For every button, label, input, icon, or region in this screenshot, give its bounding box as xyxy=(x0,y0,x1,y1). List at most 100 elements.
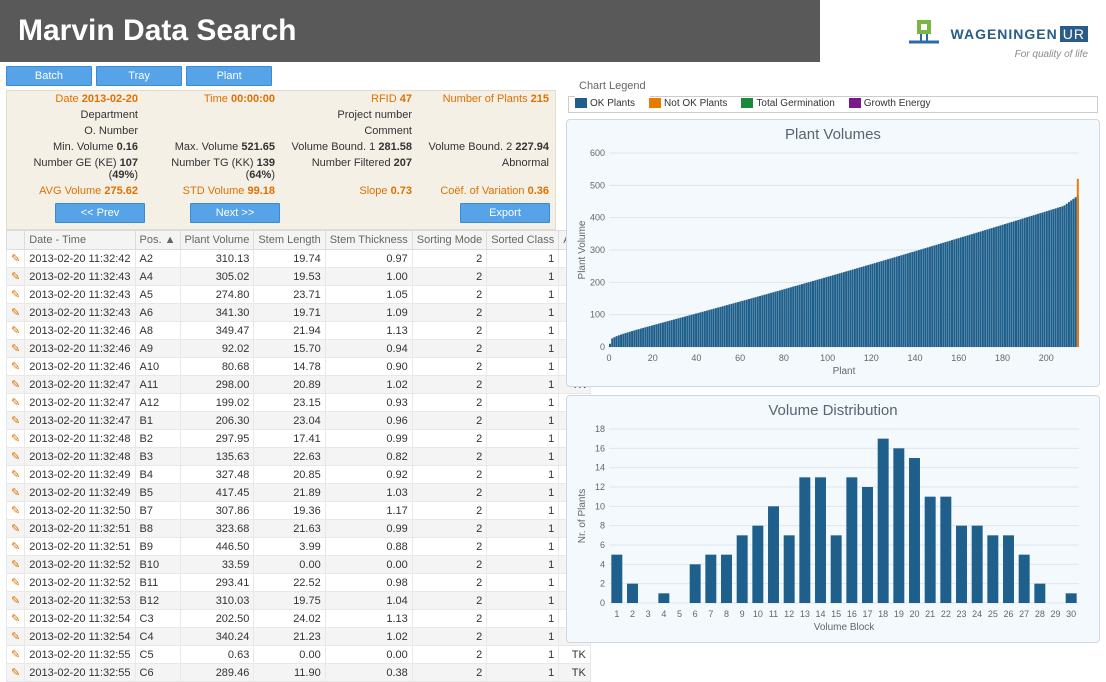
table-row[interactable]: ✎2013-02-20 11:32:48B2297.9517.410.9921T… xyxy=(7,430,591,448)
edit-icon[interactable]: ✎ xyxy=(7,538,25,556)
edit-icon[interactable]: ✎ xyxy=(7,592,25,610)
table-row[interactable]: ✎2013-02-20 11:32:43A6341.3019.711.0921T… xyxy=(7,304,591,322)
col-datetime[interactable]: Date - Time xyxy=(25,231,135,250)
table-row[interactable]: ✎2013-02-20 11:32:42A2310.1319.740.9721T… xyxy=(7,250,591,268)
svg-text:11: 11 xyxy=(769,609,778,619)
svg-text:Plant Volume: Plant Volume xyxy=(577,220,588,279)
col-stemlength[interactable]: Stem Length xyxy=(254,231,325,250)
table-row[interactable]: ✎2013-02-20 11:32:53B12310.0319.751.0421… xyxy=(7,592,591,610)
cell-sc: 1 xyxy=(487,376,559,394)
edit-icon[interactable]: ✎ xyxy=(7,268,25,286)
svg-text:29: 29 xyxy=(1050,609,1060,619)
table-row[interactable]: ✎2013-02-20 11:32:49B4327.4820.850.9221T… xyxy=(7,466,591,484)
edit-icon[interactable]: ✎ xyxy=(7,286,25,304)
cell-pos: B2 xyxy=(135,430,180,448)
table-row[interactable]: ✎2013-02-20 11:32:46A992.0215.700.9421TK xyxy=(7,340,591,358)
time-value: 00:00:00 xyxy=(231,93,275,105)
edit-icon[interactable]: ✎ xyxy=(7,376,25,394)
svg-text:17: 17 xyxy=(862,609,872,619)
svg-text:13: 13 xyxy=(800,609,810,619)
cell-st: 1.02 xyxy=(325,376,412,394)
cell-pos: A6 xyxy=(135,304,180,322)
table-row[interactable]: ✎2013-02-20 11:32:52B1033.590.000.0021TK xyxy=(7,556,591,574)
plant-button[interactable]: Plant xyxy=(186,66,272,86)
cell-pv: 323.68 xyxy=(180,520,254,538)
cell-pv: 33.59 xyxy=(180,556,254,574)
cell-sm: 2 xyxy=(412,646,486,664)
table-row[interactable]: ✎2013-02-20 11:32:51B9446.503.990.8821TK xyxy=(7,538,591,556)
abn-label: Abnormal xyxy=(418,155,555,183)
cell-pv: 135.63 xyxy=(180,448,254,466)
col-pos[interactable]: Pos. ▲ xyxy=(135,231,180,250)
table-row[interactable]: ✎2013-02-20 11:32:43A4305.0219.531.0021T… xyxy=(7,268,591,286)
prev-button[interactable]: << Prev xyxy=(55,203,145,223)
edit-icon[interactable]: ✎ xyxy=(7,322,25,340)
edit-icon[interactable]: ✎ xyxy=(7,466,25,484)
cell-sm: 2 xyxy=(412,484,486,502)
next-button[interactable]: Next >> xyxy=(190,203,280,223)
cell-datetime: 2013-02-20 11:32:52 xyxy=(25,574,135,592)
edit-icon[interactable]: ✎ xyxy=(7,484,25,502)
cell-sm: 2 xyxy=(412,502,486,520)
edit-icon[interactable]: ✎ xyxy=(7,610,25,628)
export-button[interactable]: Export xyxy=(460,203,550,223)
edit-icon[interactable]: ✎ xyxy=(7,250,25,268)
edit-icon[interactable]: ✎ xyxy=(7,664,25,682)
date-value: 2013-02-20 xyxy=(82,93,138,105)
edit-icon[interactable]: ✎ xyxy=(7,628,25,646)
table-row[interactable]: ✎2013-02-20 11:32:50B7307.8619.361.1721T… xyxy=(7,502,591,520)
plant-volumes-chart: Plant Volumes 01002003004005006000204060… xyxy=(566,119,1100,387)
edit-icon[interactable]: ✎ xyxy=(7,520,25,538)
nplants-value: 215 xyxy=(531,93,549,105)
edit-icon[interactable]: ✎ xyxy=(7,574,25,592)
table-row[interactable]: ✎2013-02-20 11:32:47B1206.3023.040.9621T… xyxy=(7,412,591,430)
edit-icon[interactable]: ✎ xyxy=(7,502,25,520)
col-plantvolume[interactable]: Plant Volume xyxy=(180,231,254,250)
edit-icon[interactable]: ✎ xyxy=(7,394,25,412)
table-row[interactable]: ✎2013-02-20 11:32:49B5417.4521.891.0321T… xyxy=(7,484,591,502)
svg-text:Nr. of Plants: Nr. of Plants xyxy=(577,489,588,543)
tray-button[interactable]: Tray xyxy=(96,66,182,86)
vb2-label: Volume Bound. 2 xyxy=(428,141,512,153)
batch-button[interactable]: Batch xyxy=(6,66,92,86)
table-row[interactable]: ✎2013-02-20 11:32:54C4340.2421.231.0221T… xyxy=(7,628,591,646)
col-sortedclass[interactable]: Sorted Class xyxy=(487,231,559,250)
svg-text:9: 9 xyxy=(740,609,745,619)
edit-icon[interactable]: ✎ xyxy=(7,556,25,574)
tg-pct: 64% xyxy=(249,169,271,181)
edit-icon[interactable]: ✎ xyxy=(7,340,25,358)
cell-sc: 1 xyxy=(487,502,559,520)
table-row[interactable]: ✎2013-02-20 11:32:46A8349.4721.941.1321T… xyxy=(7,322,591,340)
col-sortingmode[interactable]: Sorting Mode xyxy=(412,231,486,250)
table-row[interactable]: ✎2013-02-20 11:32:52B11293.4122.520.9821… xyxy=(7,574,591,592)
table-row[interactable]: ✎2013-02-20 11:32:48B3135.6322.630.8221T… xyxy=(7,448,591,466)
table-row[interactable]: ✎2013-02-20 11:32:54C3202.5024.021.1321T… xyxy=(7,610,591,628)
cell-sm: 2 xyxy=(412,394,486,412)
table-row[interactable]: ✎2013-02-20 11:32:55C6289.4611.900.3821T… xyxy=(7,664,591,682)
cell-sm: 2 xyxy=(412,556,486,574)
table-row[interactable]: ✎2013-02-20 11:32:51B8323.6821.630.9921T… xyxy=(7,520,591,538)
edit-icon[interactable]: ✎ xyxy=(7,358,25,376)
rfid-label: RFID xyxy=(371,93,397,105)
edit-icon[interactable]: ✎ xyxy=(7,430,25,448)
cell-sm: 2 xyxy=(412,430,486,448)
table-row[interactable]: ✎2013-02-20 11:32:55C50.630.000.0021TK xyxy=(7,646,591,664)
edit-icon[interactable]: ✎ xyxy=(7,646,25,664)
cell-pv: 307.86 xyxy=(180,502,254,520)
chart-legend: Chart Legend OK PlantsNot OK PlantsTotal… xyxy=(568,90,1098,113)
edit-icon[interactable]: ✎ xyxy=(7,412,25,430)
cell-st: 0.93 xyxy=(325,394,412,412)
col-stemthickness[interactable]: Stem Thickness xyxy=(325,231,412,250)
cell-st: 1.00 xyxy=(325,268,412,286)
table-row[interactable]: ✎2013-02-20 11:32:46A1080.6814.780.9021T… xyxy=(7,358,591,376)
svg-text:30: 30 xyxy=(1066,609,1076,619)
edit-icon[interactable]: ✎ xyxy=(7,304,25,322)
cell-sl: 20.89 xyxy=(254,376,325,394)
table-row[interactable]: ✎2013-02-20 11:32:47A11298.0020.891.0221… xyxy=(7,376,591,394)
avgvol-label: AVG Volume xyxy=(39,185,101,197)
cell-pos: B8 xyxy=(135,520,180,538)
edit-icon[interactable]: ✎ xyxy=(7,448,25,466)
table-row[interactable]: ✎2013-02-20 11:32:47A12199.0223.150.9321… xyxy=(7,394,591,412)
table-row[interactable]: ✎2013-02-20 11:32:43A5274.8023.711.0521T… xyxy=(7,286,591,304)
cell-datetime: 2013-02-20 11:32:53 xyxy=(25,592,135,610)
